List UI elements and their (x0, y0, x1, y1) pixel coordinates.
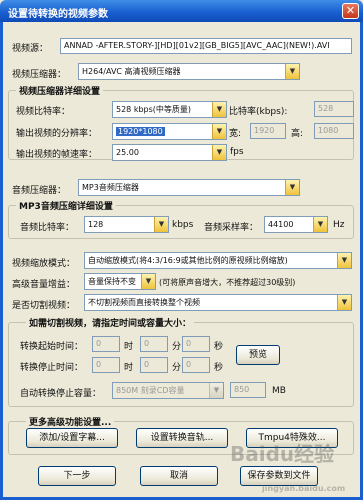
width-input-value: 1920 (254, 126, 275, 135)
samplerate-value: 44100 (268, 220, 294, 229)
title-bar[interactable]: 设置待转换的视频参数 ✕ (0, 0, 363, 22)
start-second-input[interactable]: 0 (182, 336, 210, 352)
audio-bitrate-value: 128 (88, 220, 104, 229)
add-subtitle-button[interactable]: 添加/设置字幕... (26, 428, 118, 448)
capacity-input-value: 850 (234, 385, 250, 394)
cancel-button[interactable]: 取消 (140, 466, 218, 486)
chevron-down-icon: ▼ (285, 64, 299, 79)
preview-button[interactable]: 预览 (236, 345, 280, 365)
start-second-unit: 秒 (214, 342, 224, 352)
stop-second-unit: 秒 (214, 363, 224, 373)
framerate-value: 25.00 (116, 148, 139, 157)
chevron-down-icon: ▼ (212, 124, 226, 139)
start-hour-unit: 时 (124, 342, 134, 352)
stop-hour-unit: 时 (124, 363, 134, 373)
next-button[interactable]: 下一步 (38, 466, 116, 486)
audio-compressor-select[interactable]: MP3音频压缩器 ▼ (78, 179, 300, 196)
width-label: 宽: (229, 129, 242, 139)
start-minute-input[interactable]: 0 (140, 336, 168, 352)
height-input-value: 1080 (318, 126, 339, 135)
video-bitrate-value: 528 kbps(中等质量) (116, 105, 192, 114)
volume-select[interactable]: 音量保持不变 ▼ (84, 273, 156, 290)
bitrate-kbps-label: 比特率(kbps): (229, 107, 288, 117)
save-params-button[interactable]: 保存参数到文件 (240, 466, 318, 486)
capacity-select[interactable]: 850M 刻录CD容量 ▼ (112, 382, 224, 399)
advanced-title: 更多高级功能设置... (26, 415, 115, 428)
video-detail-title: 视频压缩器详细设置 (16, 84, 104, 97)
window-title: 设置待转换的视频参数 (8, 9, 108, 20)
stop-minute-unit: 分 (172, 363, 182, 373)
chevron-down-icon: ▼ (337, 253, 351, 268)
volume-label: 高级音量增益： (12, 280, 76, 290)
stop-minute-value: 0 (144, 360, 150, 369)
video-bitrate-label: 视频比特率： (16, 107, 71, 117)
stop-second-value: 0 (186, 360, 192, 369)
watermark-url: jingyan.baidu.com (262, 484, 346, 493)
cut-label: 是否切割视频： (12, 301, 76, 311)
bitrate-kbps-input-value: 528 (318, 104, 334, 113)
resolution-label: 输出视频的分辨率： (16, 129, 98, 139)
audio-compressor-value: MP3音频压缩器 (82, 183, 139, 192)
chevron-down-icon: ▼ (337, 295, 351, 310)
capacity-input[interactable]: 850 (230, 382, 266, 398)
video-bitrate-select[interactable]: 528 kbps(中等质量) ▼ (112, 101, 227, 118)
capacity-value: 850M 刻录CD容量 (116, 386, 185, 395)
cut-group-title: 如需切割视频，请指定时间或容量大小： (26, 316, 195, 329)
chevron-down-icon: ▼ (212, 102, 226, 117)
stop-hour-value: 0 (96, 360, 102, 369)
start-hour-input[interactable]: 0 (92, 336, 120, 352)
stop-second-input[interactable]: 0 (182, 357, 210, 373)
volume-value: 音量保持不变 (88, 277, 136, 286)
stop-hour-input[interactable]: 0 (92, 357, 120, 373)
audio-compressor-label: 音频压缩器： (12, 186, 67, 196)
audio-track-button[interactable]: 设置转换音轨... (136, 428, 228, 448)
samplerate-select[interactable]: 44100 ▼ (264, 216, 328, 233)
chevron-down-icon: ▼ (209, 383, 223, 398)
resolution-select[interactable]: 1920*1080 ▼ (112, 123, 227, 140)
samplerate-unit: Hz (333, 220, 345, 230)
width-input[interactable]: 1920 (250, 123, 286, 139)
resolution-value: 1920*1080 (116, 127, 165, 136)
close-icon: ✕ (345, 4, 356, 17)
height-input[interactable]: 1080 (314, 123, 354, 139)
video-source-label: 视频源： (12, 44, 49, 54)
audio-bitrate-unit: kbps (172, 220, 194, 230)
bitrate-kbps-input[interactable]: 528 (314, 101, 354, 117)
chevron-down-icon: ▼ (285, 180, 299, 195)
cut-value: 不切割视频而直接转换整个视频 (88, 298, 200, 307)
capacity-label: 自动转换停止容量： (20, 389, 102, 399)
stop-minute-input[interactable]: 0 (140, 357, 168, 373)
framerate-label: 输出视频的帧速率： (16, 150, 98, 160)
video-compressor-value: H264/AVC 高清视频压缩器 (82, 67, 181, 76)
start-minute-unit: 分 (172, 342, 182, 352)
scaling-label: 视频缩放模式： (12, 259, 76, 269)
video-source-field[interactable]: ANNAD -AFTER.STORY-][HD][01v2][GB_BIG5][… (60, 38, 352, 54)
video-source-value: ANNAD -AFTER.STORY-][HD][01v2][GB_BIG5][… (64, 41, 330, 50)
start-hour-value: 0 (96, 339, 102, 348)
samplerate-label: 音频采样率： (204, 223, 259, 233)
scaling-value: 自动缩放模式(将4:3/16:9或其他比例的原视频比例缩放) (88, 256, 288, 265)
capacity-unit: MB (272, 386, 286, 396)
video-compressor-label: 视频压缩器： (12, 70, 67, 80)
audio-bitrate-label: 音频比特率： (20, 223, 75, 233)
stop-time-label: 转换停止时间： (20, 363, 84, 373)
chevron-down-icon: ▼ (313, 217, 327, 232)
start-time-label: 转换起始时间： (20, 342, 84, 352)
height-label: 高: (291, 129, 304, 139)
watermark-logo: Baidu经验 (230, 442, 335, 466)
scaling-select[interactable]: 自动缩放模式(将4:3/16:9或其他比例的原视频比例缩放) ▼ (84, 252, 352, 269)
framerate-unit: fps (230, 147, 244, 157)
framerate-select[interactable]: 25.00 ▼ (112, 144, 227, 161)
audio-bitrate-select[interactable]: 128 ▼ (84, 216, 169, 233)
cut-select[interactable]: 不切割视频而直接转换整个视频 ▼ (84, 294, 352, 311)
volume-hint: (可将原声音增大，不推荐超过30级别) (159, 278, 296, 287)
chevron-down-icon: ▼ (212, 145, 226, 160)
start-minute-value: 0 (144, 339, 150, 348)
chevron-down-icon: ▼ (141, 274, 155, 289)
start-second-value: 0 (186, 339, 192, 348)
close-button[interactable]: ✕ (342, 3, 359, 19)
video-compressor-select[interactable]: H264/AVC 高清视频压缩器 ▼ (78, 63, 300, 80)
chevron-down-icon: ▼ (154, 217, 168, 232)
audio-detail-title: MP3音频压缩详细设置 (16, 199, 116, 212)
